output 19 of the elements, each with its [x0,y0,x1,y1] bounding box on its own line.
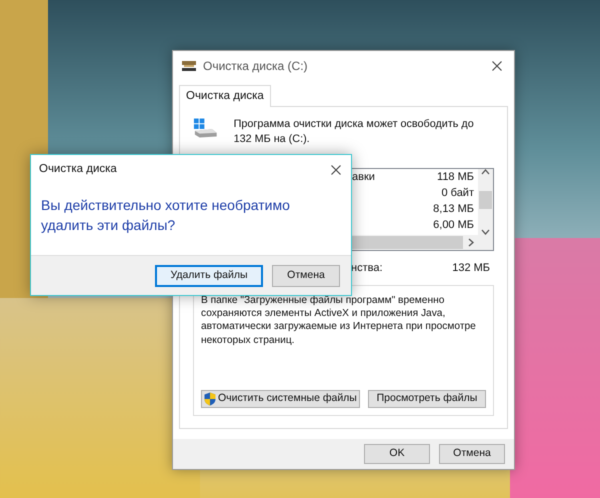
dialog-button[interactable]: Удалить файлы [155,264,263,286]
file-name: авки [352,170,376,186]
dialog-button[interactable]: Отмена [439,444,505,464]
clean-system-files-button[interactable]: Очистить системные файлы [201,390,360,408]
total-size: 132 МБ [452,261,490,276]
file-size: 6,00 МБ [433,218,474,234]
view-files-button[interactable]: Просмотреть файлы [368,390,486,408]
file-size: 118 МБ [437,170,474,186]
file-size: 8,13 МБ [433,202,474,218]
confirmation-message: Вы действительно хотите необратимо удалить эти файлы? [40,196,291,236]
dialog-button[interactable]: Отмена [272,264,340,286]
dialog-button[interactable]: OK [364,444,430,464]
summary-text: Программа очистки диска может освободить до 132 МБ на (C:). [234,117,475,146]
dialog-title: Очистка диска [39,162,118,178]
file-size: 0 байт [441,186,474,202]
total-label: нства: [351,261,384,276]
tab[interactable]: Очистка диска [179,85,271,108]
window-title: Очистка диска (C:) [203,58,309,75]
description-text: В папке "Загруженные файлы программ" временно сохраняются элементы ActiveX и приложения Java, автоматически загружаемые из Интернета при просмотре некоторых страниц. [201,294,477,348]
